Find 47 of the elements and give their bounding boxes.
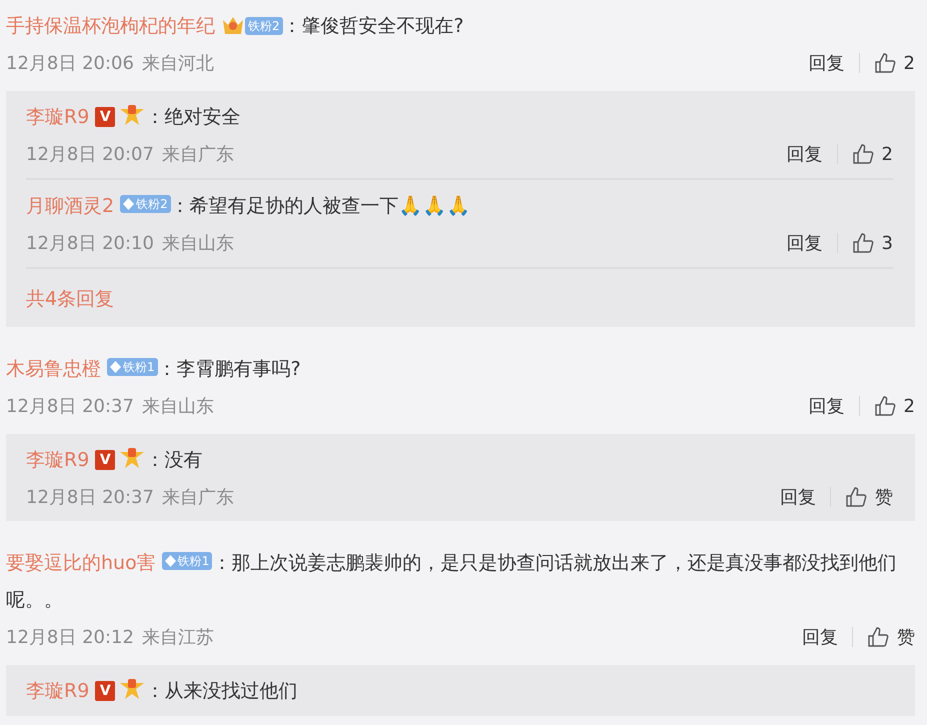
thumbs-up-icon[interactable] (874, 52, 896, 74)
fan-badge: 铁粉2 (245, 17, 283, 35)
like-count[interactable]: 赞 (875, 485, 893, 509)
like-count[interactable]: 2 (882, 144, 893, 164)
diamond-icon (164, 555, 176, 567)
like-count[interactable]: 3 (882, 232, 893, 254)
comment-location: 来自广东 (162, 143, 234, 166)
comment-text: 李璇R9 V ：没有 (26, 442, 893, 479)
thumbs-up-icon[interactable] (852, 143, 874, 165)
diamond-icon (110, 361, 121, 373)
reply-link[interactable]: 回复 (802, 625, 838, 649)
comment-text: 李璇R9 V ：绝对安全 (26, 99, 893, 136)
verified-badge: V (95, 681, 116, 701)
diamond-icon (123, 198, 134, 210)
comment-date: 12月8日 20:06 (6, 52, 134, 75)
reply-link[interactable]: 回复 (808, 51, 845, 75)
reply-link[interactable]: 回复 (808, 394, 845, 418)
comment-date: 12月8日 20:07 (26, 143, 154, 166)
thumbs-up-icon[interactable] (867, 626, 889, 648)
reply-link[interactable]: 回复 (786, 231, 823, 255)
fan-badge: 铁粉1 (107, 358, 158, 376)
verified-badge: V (95, 107, 116, 127)
comment-date: 12月8日 20:37 (6, 395, 134, 418)
comment-location: 来自河北 (142, 52, 214, 75)
comment-location: 来自山东 (142, 395, 214, 418)
thumbs-up-icon[interactable] (852, 232, 874, 254)
like-count[interactable]: 2 (904, 396, 915, 416)
comment-text: 手持保温杯泡枸杞的年纪 铁粉2：肇俊哲安全不现在? (6, 13, 465, 39)
like-count[interactable]: 赞 (897, 625, 915, 649)
comment-text: 李璇R9 V ：从来没找过他们 (26, 673, 893, 710)
comment-date: 12月8日 20:12 (6, 626, 134, 649)
verified-badge: V (95, 450, 116, 470)
comment-date: 12月8日 20:37 (26, 486, 154, 509)
like-count[interactable]: 2 (904, 52, 915, 74)
comment-location: 来自山东 (162, 232, 234, 255)
medal-icon (119, 103, 146, 127)
reply-link[interactable]: 回复 (780, 485, 816, 509)
reply-link[interactable]: 回复 (786, 142, 823, 166)
medal-icon (119, 446, 146, 470)
fan-badge: 铁粉2 (120, 195, 171, 213)
comment-location: 来自广东 (162, 486, 234, 509)
comment-date: 12月8日 20:10 (26, 232, 154, 255)
comment-location: 来自江苏 (142, 626, 214, 649)
medal-icon (119, 677, 146, 701)
fan-badge: 铁粉1 (162, 552, 212, 570)
thumbs-up-icon[interactable] (874, 395, 896, 417)
thumbs-up-icon[interactable] (845, 486, 867, 508)
